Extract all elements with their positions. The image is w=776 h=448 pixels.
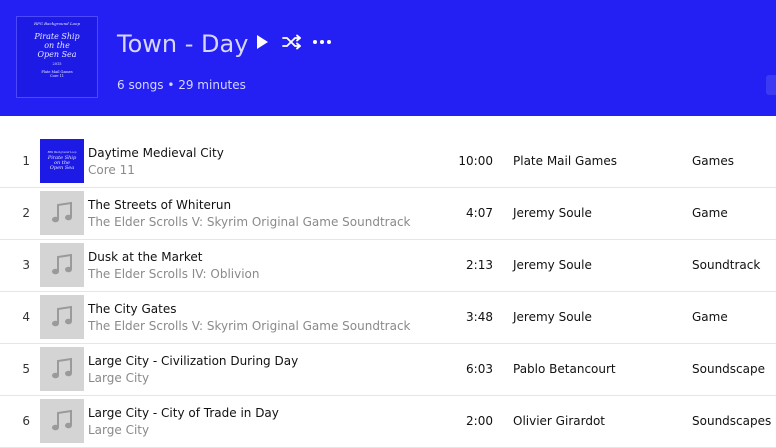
art-title-line: on the [44,41,70,50]
track-row[interactable]: 2 The Streets of Whiterun The Elder Scroll… [0,188,776,240]
art-top-text: RPG Background Loop [33,21,81,26]
art-title: Pirate Ship on the Open Sea [48,156,76,171]
music-note-icon [52,305,72,327]
track-album[interactable]: Core 11 [88,163,135,177]
track-genre: Soundscapes [692,414,772,428]
track-duration: 3:48 [466,310,493,324]
more-options-icon [313,40,331,44]
track-genre: Soundtrack [692,258,761,272]
track-album[interactable]: Large City [88,423,149,437]
track-number: 5 [22,362,30,376]
track-title[interactable]: Large City - Civilization During Day [88,354,298,368]
playlist-album-art: RPG Background Loop Pirate Ship on the O… [16,16,98,98]
track-title[interactable]: The Streets of Whiterun [88,198,231,212]
track-genre: Game [692,206,728,220]
track-album[interactable]: The Elder Scrolls V: Skyrim Original Gam… [88,215,411,229]
more-options-button[interactable] [312,32,332,52]
art-title-line: Open Sea [37,50,77,59]
track-artist[interactable]: Jeremy Soule [513,206,592,220]
track-thumbnail [40,295,84,339]
track-duration: 2:00 [466,414,493,428]
track-artist[interactable]: Pablo Betancourt [513,362,616,376]
art-credit: Plate Mail Games Core 11 [17,70,97,78]
track-row[interactable]: 6 Large City - City of Trade in Day Large … [0,396,776,448]
track-row[interactable]: 3 Dusk at the Market The Elder Scrolls IV:… [0,240,776,292]
playlist-header: RPG Background Loop Pirate Ship on the O… [0,0,776,116]
track-genre: Soundscape [692,362,765,376]
track-number: 2 [22,206,30,220]
track-duration: 4:07 [466,206,493,220]
track-album[interactable]: The Elder Scrolls IV: Oblivion [88,267,260,281]
music-note-icon [52,409,72,431]
track-number: 6 [22,414,30,428]
track-row[interactable]: 5 Large City - Civilization During Day Lar… [0,344,776,396]
art-top-text: RPG Background Loop [47,151,77,154]
track-number: 1 [22,154,30,168]
track-thumbnail [40,399,84,443]
track-title[interactable]: Daytime Medieval City [88,146,224,160]
track-title[interactable]: Dusk at the Market [88,250,203,264]
art-credit-line: Core 11 [49,74,65,78]
track-genre: Game [692,310,728,324]
track-thumbnail [40,243,84,287]
track-row[interactable]: 4 The City Gates The Elder Scrolls V: Skyr… [0,292,776,344]
track-artist[interactable]: Jeremy Soule [513,310,592,324]
track-thumbnail [40,191,84,235]
track-album[interactable]: The Elder Scrolls V: Skyrim Original Gam… [88,319,411,333]
track-duration: 10:00 [458,154,493,168]
track-thumbnail [40,347,84,391]
track-row[interactable]: 1 RPG Background Loop Pirate Ship on the Ope… [0,136,776,188]
track-artist[interactable]: Jeremy Soule [513,258,592,272]
shuffle-icon [282,34,301,50]
play-button[interactable] [252,32,272,52]
track-list: 1 RPG Background Loop Pirate Ship on the Ope… [0,136,776,448]
playlist-controls [252,32,332,52]
track-title[interactable]: Large City - City of Trade in Day [88,406,279,420]
art-title-line: Pirate Ship [34,32,80,41]
art-title-line: Open Sea [49,165,75,171]
music-note-icon [52,357,72,379]
music-note-icon [52,253,72,275]
track-number: 4 [22,310,30,324]
art-year: 2015 [52,62,62,66]
track-album-art: RPG Background Loop Pirate Ship on the Open… [40,139,84,183]
track-artist[interactable]: Olivier Girardot [513,414,605,428]
track-title[interactable]: The City Gates [88,302,176,316]
track-duration: 6:03 [466,362,493,376]
playlist-title: Town - Day [117,30,249,58]
track-album[interactable]: Large City [88,371,149,385]
track-artist[interactable]: Plate Mail Games [513,154,617,168]
playlist-summary: 6 songs • 29 minutes [117,78,246,92]
shuffle-button[interactable] [282,32,302,52]
side-panel-handle[interactable] [766,75,776,95]
track-duration: 2:13 [466,258,493,272]
music-note-icon [52,201,72,223]
track-genre: Games [692,154,734,168]
art-title: Pirate Ship on the Open Sea [17,32,97,59]
play-icon [257,35,268,49]
track-number: 3 [22,258,30,272]
